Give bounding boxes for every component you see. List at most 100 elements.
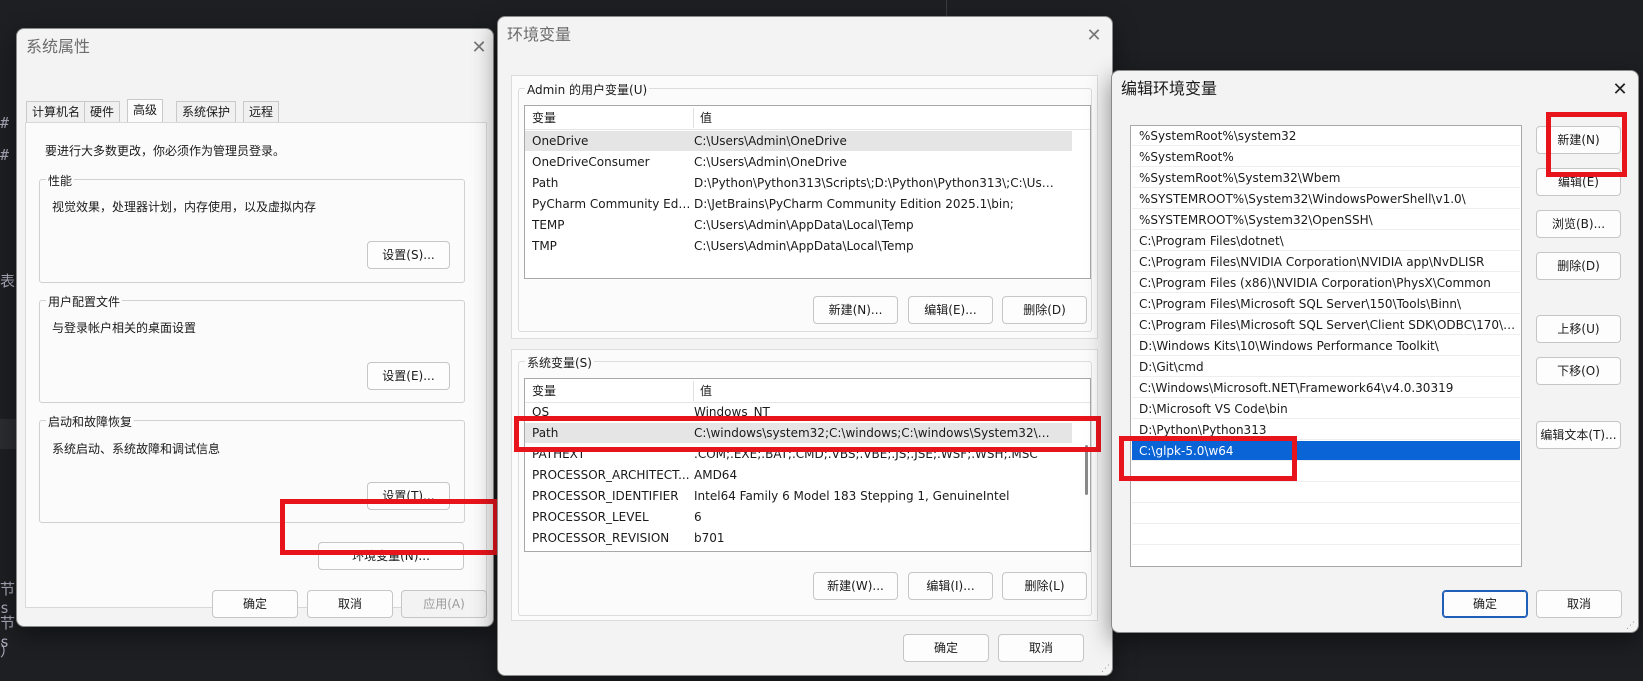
- edit-text-button[interactable]: 编辑文本(T)...: [1536, 421, 1621, 449]
- cancel-button[interactable]: 取消: [1536, 590, 1622, 618]
- dialog-title: 环境变量: [507, 25, 572, 44]
- table-row[interactable]: TEMP C:\Users\Admin\AppData\Local\Temp: [525, 215, 1072, 235]
- column-header-value[interactable]: 值: [693, 379, 712, 403]
- delete-button[interactable]: 删除(D): [1536, 252, 1621, 280]
- list-item[interactable]: %SystemRoot%\system32: [1132, 126, 1520, 146]
- cancel-button[interactable]: 取消: [307, 590, 393, 618]
- list-item[interactable]: D:\Python\Python313: [1132, 420, 1520, 440]
- column-header-value[interactable]: 值: [693, 106, 712, 130]
- dialog-title: 编辑环境变量: [1121, 79, 1218, 98]
- list-item[interactable]: %SystemRoot%\System32\Wbem: [1132, 168, 1520, 188]
- ok-button[interactable]: 确定: [1442, 590, 1528, 618]
- table-row[interactable]: OneDrive C:\Users\Admin\OneDrive: [525, 131, 1072, 151]
- startup-recovery-label: 启动和故障恢复: [46, 413, 135, 430]
- performance-group: 性能 视觉效果，处理器计划，内存使用，以及虚拟内存 设置(S)...: [39, 172, 465, 283]
- user-profile-settings-button[interactable]: 设置(E)...: [367, 362, 450, 390]
- list-header: 变量 值: [525, 379, 1090, 403]
- system-variables-label: 系统变量(S): [525, 354, 594, 371]
- close-icon[interactable]: ✕: [1606, 76, 1634, 104]
- user-variables-list[interactable]: 变量 值 OneDrive C:\Users\Admin\OneDrive One…: [524, 105, 1091, 279]
- scrollbar-thumb[interactable]: [1085, 445, 1088, 495]
- system-variables-panel: 系统变量(S) 变量 值 OS Windows_NT Path C:\windows…: [511, 349, 1098, 621]
- close-icon[interactable]: ✕: [465, 34, 493, 62]
- ok-button[interactable]: 确定: [903, 634, 989, 662]
- list-item[interactable]: C:\Program Files (x86)\NVIDIA Corporatio…: [1132, 273, 1520, 293]
- path-entries-list[interactable]: %SystemRoot%\system32 %SystemRoot% %Syst…: [1130, 125, 1522, 567]
- table-row[interactable]: PROCESSOR_REVISION b701: [525, 528, 1072, 548]
- edit-button[interactable]: 编辑(E): [1536, 168, 1621, 196]
- tab-remote[interactable]: 远程: [243, 101, 280, 123]
- table-row[interactable]: Path D:\Python\Python313\Scripts\;D:\Pyth…: [525, 173, 1072, 193]
- move-up-button[interactable]: 上移(U): [1536, 315, 1621, 343]
- user-delete-button[interactable]: 删除(D): [1002, 296, 1087, 324]
- list-item[interactable]: C:\Program Files\NVIDIA Corporation\NVID…: [1132, 252, 1520, 272]
- resize-grip-icon[interactable]: ⋰: [1626, 621, 1636, 631]
- list-item[interactable]: C:\Program Files\Microsoft SQL Server\15…: [1132, 294, 1520, 314]
- close-icon[interactable]: ✕: [1080, 22, 1108, 50]
- performance-settings-button[interactable]: 设置(S)...: [367, 241, 450, 269]
- column-header-variable[interactable]: 变量: [525, 379, 556, 403]
- editor-text: ）: [0, 642, 16, 660]
- list-item[interactable]: C:\Program Files\dotnet\: [1132, 231, 1520, 251]
- system-variables-list[interactable]: 变量 值 OS Windows_NT Path C:\windows\system3…: [524, 378, 1091, 552]
- table-row[interactable]: PATHEXT .COM;.EXE;.BAT;.CMD;.VBS;.VBE;.JS…: [525, 444, 1072, 464]
- tab-computer-name[interactable]: 计算机名: [26, 101, 87, 123]
- user-edit-button[interactable]: 编辑(E)...: [908, 296, 993, 324]
- user-variables-panel: Admin 的用户变量(U) 变量 值 OneDrive C:\Users\Adm…: [511, 75, 1098, 339]
- table-row[interactable]: PROCESSOR_ARCHITECT... AMD64: [525, 465, 1072, 485]
- performance-label: 性能: [46, 172, 75, 189]
- list-item[interactable]: D:\Windows Kits\10\Windows Performance T…: [1132, 336, 1520, 356]
- startup-recovery-group: 启动和故障恢复 系统启动、系统故障和调试信息 设置(T)...: [39, 413, 465, 523]
- environment-variables-dialog: 环境变量 ✕ Admin 的用户变量(U) 变量 值 OneDrive C:\Us…: [497, 16, 1113, 676]
- list-item-empty[interactable]: [1132, 483, 1520, 503]
- dialog-title: 系统属性: [26, 37, 91, 56]
- list-header: 变量 值: [525, 106, 1090, 130]
- performance-desc: 视觉效果，处理器计划，内存使用，以及虚拟内存: [52, 200, 317, 214]
- advanced-tab-panel: 要进行大多数更改，你必须作为管理员登录。 性能 视觉效果，处理器计划，内存使用，…: [25, 122, 487, 608]
- ok-button[interactable]: 确定: [212, 590, 298, 618]
- startup-recovery-desc: 系统启动、系统故障和调试信息: [52, 442, 221, 456]
- admin-note: 要进行大多数更改，你必须作为管理员登录。: [45, 144, 286, 158]
- list-item-empty[interactable]: [1132, 462, 1520, 482]
- table-row[interactable]: PROCESSOR_IDENTIFIER Intel64 Family 6 Mod…: [525, 486, 1072, 506]
- system-edit-button[interactable]: 编辑(I)...: [908, 572, 993, 600]
- table-row[interactable]: TMP C:\Users\Admin\AppData\Local\Temp: [525, 236, 1072, 256]
- table-row[interactable]: PROCESSOR_LEVEL 6: [525, 507, 1072, 527]
- user-profile-label: 用户配置文件: [46, 293, 123, 310]
- table-row[interactable]: OS Windows_NT: [525, 402, 1072, 422]
- table-row[interactable]: Path C:\windows\system32;C:\windows;C:\wi…: [525, 423, 1072, 443]
- list-item-selected[interactable]: C:\glpk-5.0\w64: [1132, 441, 1520, 461]
- list-item[interactable]: C:\Program Files\Microsoft SQL Server\Cl…: [1132, 315, 1520, 335]
- list-item-empty[interactable]: [1132, 504, 1520, 524]
- user-profile-group: 用户配置文件 与登录帐户相关的桌面设置 设置(E)...: [39, 293, 465, 403]
- system-delete-button[interactable]: 删除(L): [1002, 572, 1087, 600]
- table-row[interactable]: OneDriveConsumer C:\Users\Admin\OneDrive: [525, 152, 1072, 172]
- user-new-button[interactable]: 新建(N)...: [813, 296, 898, 324]
- browse-button[interactable]: 浏览(B)...: [1536, 210, 1621, 238]
- system-properties-dialog: 系统属性 ✕ 计算机名 硬件 高级 系统保护 远程 要进行大多数更改，你必须作为…: [16, 28, 494, 627]
- tab-advanced[interactable]: 高级: [127, 99, 164, 123]
- apply-button[interactable]: 应用(A): [401, 590, 487, 618]
- tab-system-protection[interactable]: 系统保护: [176, 101, 237, 123]
- list-item[interactable]: C:\Windows\Microsoft.NET\Framework64\v4.…: [1132, 378, 1520, 398]
- list-item[interactable]: %SystemRoot%: [1132, 147, 1520, 167]
- user-profile-desc: 与登录帐户相关的桌面设置: [52, 321, 197, 335]
- tab-hardware[interactable]: 硬件: [84, 101, 121, 123]
- list-item[interactable]: D:\Microsoft VS Code\bin: [1132, 399, 1520, 419]
- new-button[interactable]: 新建(N): [1536, 126, 1621, 154]
- user-variables-label: Admin 的用户变量(U): [525, 81, 650, 98]
- cancel-button[interactable]: 取消: [998, 634, 1084, 662]
- table-row[interactable]: PyCharm Community Editi... D:\JetBrains\P…: [525, 194, 1072, 214]
- list-item-empty[interactable]: [1132, 546, 1520, 566]
- system-new-button[interactable]: 新建(W)...: [813, 572, 898, 600]
- list-item[interactable]: %SYSTEMROOT%\System32\OpenSSH\: [1132, 210, 1520, 230]
- resize-grip-icon[interactable]: ⋰: [1101, 664, 1111, 674]
- column-header-variable[interactable]: 变量: [525, 106, 556, 130]
- list-item-empty[interactable]: [1132, 525, 1520, 545]
- environment-variables-button[interactable]: 环境变量(N)...: [318, 542, 464, 570]
- list-item[interactable]: %SYSTEMROOT%\System32\WindowsPowerShell\…: [1132, 189, 1520, 209]
- startup-recovery-settings-button[interactable]: 设置(T)...: [367, 482, 450, 510]
- list-item[interactable]: D:\Git\cmd: [1132, 357, 1520, 377]
- move-down-button[interactable]: 下移(O): [1536, 357, 1621, 385]
- edit-environment-variable-dialog: 编辑环境变量 ✕ %SystemRoot%\system32 %SystemRo…: [1111, 70, 1639, 633]
